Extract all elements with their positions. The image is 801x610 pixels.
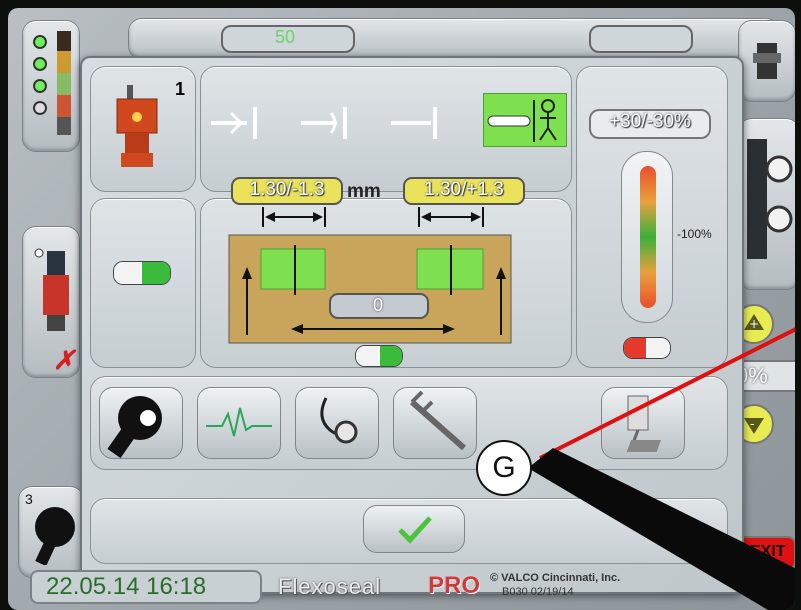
- nozzle-position-panel: [200, 66, 572, 192]
- version-text: B030 02/19/14: [502, 586, 574, 598]
- product-select-button[interactable]: 1: [90, 66, 196, 192]
- top-value-field: 50: [221, 25, 355, 53]
- caliper-icon: [410, 390, 466, 451]
- footer-bar: 22.05.14 16:18 Flexoseal PRO © VALCO Cin…: [8, 570, 795, 610]
- status-light: [33, 79, 47, 93]
- nozzle-position-2-icon[interactable]: [301, 103, 361, 143]
- valve-panel[interactable]: ✗: [22, 226, 80, 378]
- applicator-icon: [116, 85, 158, 167]
- exit-label: EXIT: [750, 543, 786, 560]
- status-light: [33, 35, 47, 49]
- distance-field[interactable]: 0: [329, 293, 429, 319]
- brand-pro: PRO: [428, 572, 481, 599]
- mode-toggle-panel: [90, 198, 196, 368]
- pulse-wave-icon: [206, 407, 272, 437]
- gauge-bar: [640, 166, 656, 308]
- valve-icon: [34, 248, 69, 331]
- confirm-button[interactable]: [363, 505, 465, 553]
- tool-diagnostics-button[interactable]: [295, 387, 379, 459]
- nozzle-position-4-selected[interactable]: [483, 93, 567, 147]
- checkmark-icon: [398, 516, 432, 544]
- company-name: © VALCO Cincinnati, Inc.: [490, 572, 621, 584]
- tool-monitor-button[interactable]: [197, 387, 281, 459]
- bead-diagram-panel: 1.30/-1.3 mm 1.30/+1.3 0: [200, 177, 572, 368]
- status-lights-panel: [22, 20, 80, 152]
- datetime: 22.05.14 16:18: [46, 573, 207, 600]
- product-settings-dialog: 1 +30/-30% -100% 1.30/-1.3 mm 1.30/+1.3 …: [80, 56, 744, 594]
- exit-button[interactable]: EXIT: [736, 536, 795, 570]
- gauge-toggle[interactable]: [623, 337, 671, 359]
- nozzle-position-1-icon[interactable]: [211, 103, 271, 143]
- wrench-icon: [35, 507, 75, 565]
- top-value: 50: [275, 27, 296, 47]
- background-number: 3: [25, 491, 33, 507]
- settings-wrench-icon: [107, 396, 162, 459]
- mode-toggle[interactable]: [113, 261, 171, 285]
- background-settings-button[interactable]: 3: [18, 486, 84, 578]
- nozzle-position-3-icon[interactable]: [391, 103, 451, 143]
- touch-screen: 50 ✗ 3 + 0% - EXIT 1 +30/-30% -100% 1.30…: [8, 8, 795, 610]
- stack-light-icon: [57, 31, 71, 135]
- regulator-icon: [753, 43, 781, 79]
- annotation-label: G: [476, 440, 532, 496]
- svg-text:+: +: [749, 317, 759, 331]
- stethoscope-icon: [320, 397, 358, 444]
- confirm-bar: [90, 498, 728, 564]
- tool-calibration-button[interactable]: [393, 387, 477, 459]
- top-right-field: [589, 25, 693, 53]
- distance-value: 0: [373, 295, 384, 315]
- tool-toolbar: [90, 376, 728, 470]
- bead-diagram: [228, 207, 512, 344]
- background-top-bar: 50: [128, 18, 780, 60]
- background-right-top: [738, 20, 795, 102]
- percent-range: +30/-30%: [589, 109, 711, 139]
- background-right-gauges: [738, 118, 795, 290]
- tool-settings-button[interactable]: [99, 387, 183, 459]
- nozzle-icon: [626, 395, 662, 452]
- status-light: [33, 101, 47, 115]
- diagram-toggle[interactable]: [355, 345, 403, 367]
- svg-text:-: -: [750, 417, 754, 431]
- datetime-field: 22.05.14 16:18: [30, 570, 262, 604]
- error-x-icon: ✗: [53, 345, 75, 375]
- annotation-letter: G: [492, 451, 516, 484]
- pressure-gauges-icon: [747, 139, 793, 259]
- tool-nozzle-button[interactable]: [601, 387, 685, 459]
- operator-gun-icon: [487, 99, 557, 142]
- status-light: [33, 57, 47, 71]
- gauge-label: -100%: [677, 227, 712, 241]
- gauge-panel: +30/-30% -100%: [576, 66, 728, 368]
- adjustment-gauge: [621, 151, 673, 323]
- brand-flexoseal: Flexoseal: [278, 574, 382, 599]
- product-number: 1: [175, 79, 186, 99]
